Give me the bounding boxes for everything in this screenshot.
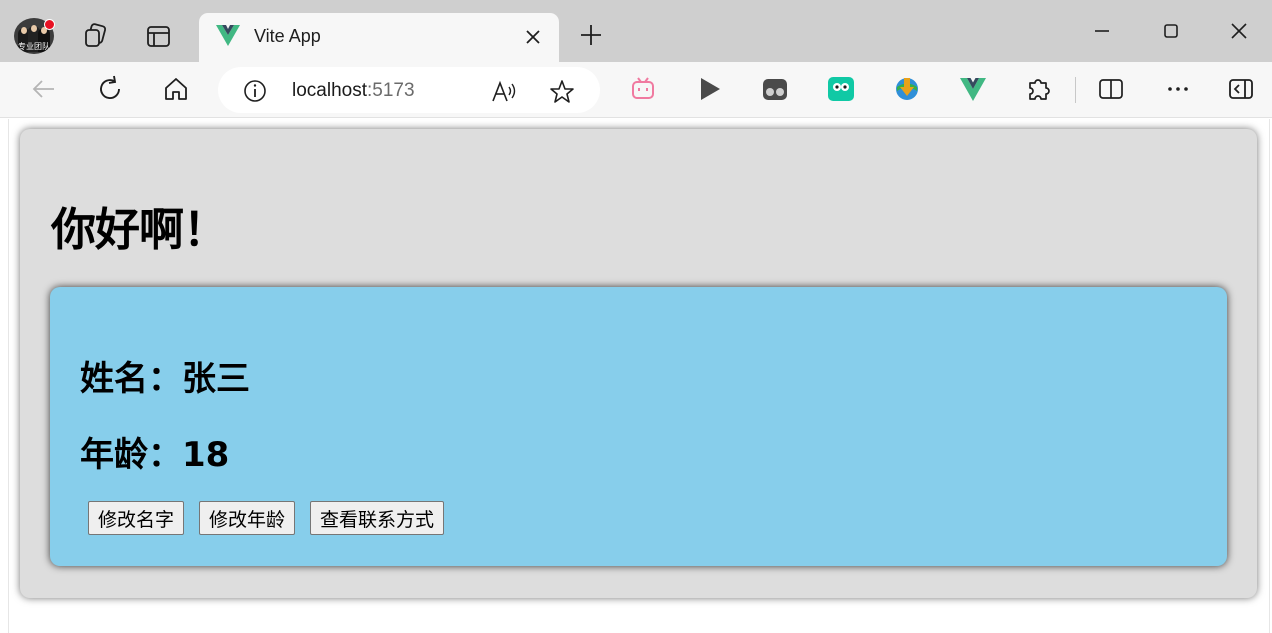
page-heading: 你好啊！ [51, 203, 228, 256]
name-value: 张三 [182, 359, 250, 399]
maximize-icon[interactable] [1156, 16, 1186, 46]
app-container: 你好啊！ 姓名：张三 年龄：18 修改名字 修改年龄 查看联系方式 [20, 129, 1257, 598]
play-extension-icon[interactable] [694, 74, 724, 104]
avatar-face [21, 27, 27, 34]
age-label: 年龄： [80, 435, 182, 475]
toolbar-separator [1075, 77, 1076, 103]
translate-extension-icon[interactable] [826, 74, 856, 104]
read-aloud-icon[interactable] [490, 79, 518, 105]
workspaces-icon[interactable] [81, 22, 109, 50]
favorite-star-icon[interactable] [548, 78, 576, 106]
change-name-button[interactable]: 修改名字 [88, 501, 185, 535]
avatar-caption: 专业团队 [18, 42, 50, 51]
sidebar-toggle-icon[interactable] [1226, 74, 1256, 104]
person-card: 姓名：张三 年龄：18 修改名字 修改年龄 查看联系方式 [50, 287, 1227, 566]
person-name-line: 姓名：张三 [80, 351, 250, 400]
notification-dot [44, 19, 55, 30]
url-text[interactable]: localhost:5173 [292, 80, 415, 102]
tab-vite-app[interactable]: Vite App [199, 13, 559, 62]
view-contact-button[interactable]: 查看联系方式 [310, 501, 445, 535]
close-window-icon[interactable] [1224, 16, 1254, 46]
download-manager-extension-icon[interactable] [892, 74, 922, 104]
person-age-line: 年龄：18 [80, 427, 229, 476]
avatar-face [31, 25, 37, 32]
more-options-icon[interactable] [1163, 74, 1193, 104]
page-viewport: 你好啊！ 姓名：张三 年龄：18 修改名字 修改年龄 查看联系方式 [8, 119, 1270, 633]
vue-devtools-extension-icon[interactable] [958, 74, 988, 104]
browser-toolbar: localhost:5173 [0, 62, 1272, 118]
action-buttons: 修改名字 修改年龄 查看联系方式 [88, 501, 459, 535]
refresh-icon[interactable] [95, 74, 125, 104]
name-label: 姓名： [80, 359, 182, 399]
close-tab-icon[interactable] [524, 28, 542, 46]
new-tab-icon[interactable] [578, 22, 604, 48]
tampermonkey-extension-icon[interactable] [760, 74, 790, 104]
bilibili-extension-icon[interactable] [628, 74, 658, 104]
back-icon[interactable] [29, 74, 59, 104]
browser-titlebar: 专业团队 Vite App [0, 0, 1272, 62]
vue-logo-icon [216, 25, 240, 46]
url-host: localhost [292, 80, 367, 101]
home-icon[interactable] [161, 74, 191, 104]
split-screen-icon[interactable] [1096, 74, 1126, 104]
site-info-icon[interactable] [243, 79, 267, 103]
age-value: 18 [182, 435, 230, 475]
tab-title: Vite App [254, 26, 321, 46]
tab-actions-icon[interactable] [145, 22, 173, 50]
extensions-puzzle-icon[interactable] [1024, 74, 1054, 104]
change-age-button[interactable]: 修改年龄 [199, 501, 296, 535]
url-port: :5173 [367, 80, 415, 101]
address-bar[interactable]: localhost:5173 [218, 67, 600, 113]
minimize-icon[interactable] [1087, 16, 1117, 46]
